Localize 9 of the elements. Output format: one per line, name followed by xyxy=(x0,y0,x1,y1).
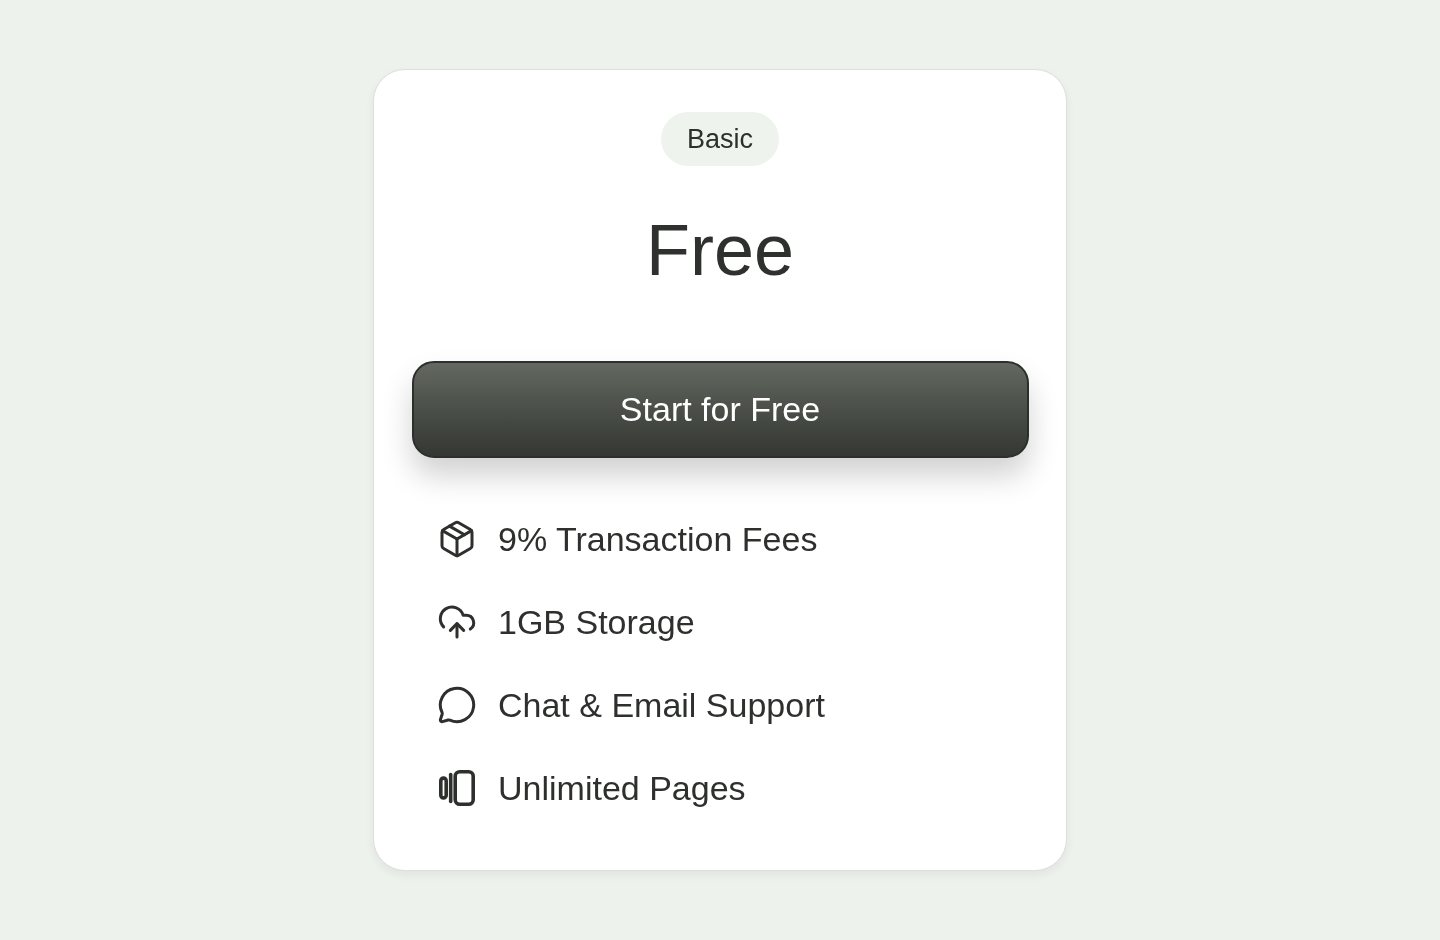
feature-text: Chat & Email Support xyxy=(498,684,825,726)
start-button[interactable]: Start for Free xyxy=(411,361,1029,458)
price-text: Free xyxy=(645,214,794,286)
feature-text: 1GB Storage xyxy=(498,601,695,643)
chat-bubble-icon xyxy=(437,685,477,725)
plan-badge: Basic xyxy=(661,112,779,166)
pages-icon xyxy=(439,770,475,806)
feature-text: 9% Transaction Fees xyxy=(498,518,818,560)
feature-text: Unlimited Pages xyxy=(498,767,746,809)
